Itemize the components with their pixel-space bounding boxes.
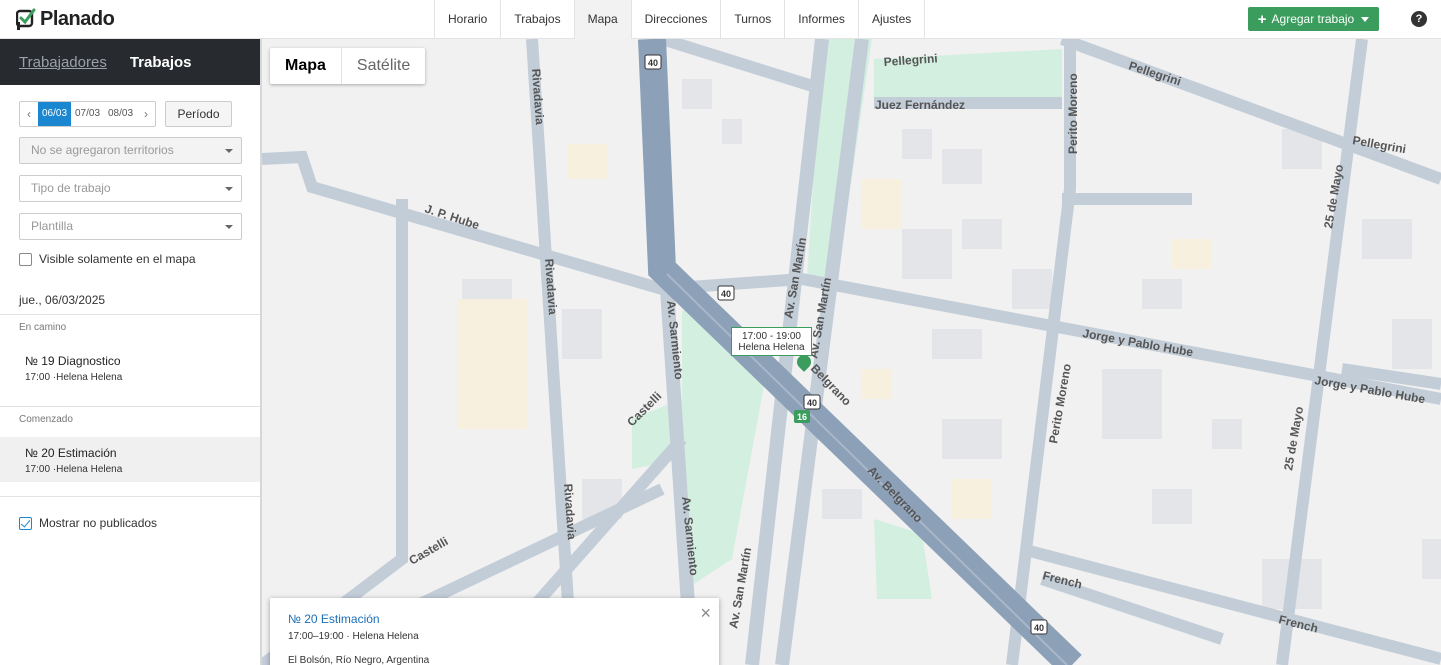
main-nav: Horario Trabajos Mapa Direcciones Turnos…	[434, 0, 926, 39]
job-marker-label[interactable]: 17:00 - 19:00 Helena Helena	[731, 327, 812, 356]
map-type-control: Mapa Satélite	[270, 48, 426, 84]
logo[interactable]: Planado	[16, 7, 115, 31]
next-date-button[interactable]: ›	[137, 102, 155, 126]
group-label-comenzado: Comenzado	[19, 414, 73, 425]
job-type-select[interactable]: Tipo de trabajo	[19, 175, 242, 202]
add-job-button[interactable]: + Agregar trabajo	[1248, 7, 1379, 31]
svg-text:40: 40	[648, 58, 658, 68]
marker-time: 17:00 - 19:00	[742, 331, 801, 342]
plus-icon: +	[1257, 10, 1267, 28]
nav-item-turnos[interactable]: Turnos	[721, 0, 786, 39]
template-placeholder: Plantilla	[31, 219, 74, 233]
street-label: Castelli	[407, 534, 451, 567]
nav-item-direcciones[interactable]: Direcciones	[632, 0, 722, 39]
date-cell[interactable]: 06/03	[38, 102, 71, 126]
job-info-window: № 20 Estimación 17:00–19:00 · Helena Hel…	[270, 598, 719, 665]
brand-name: Planado	[40, 7, 115, 30]
svg-text:40: 40	[807, 398, 817, 408]
street-label: Perito Moreno	[1066, 73, 1080, 154]
logo-icon	[16, 8, 36, 30]
chevron-down-icon	[225, 225, 233, 229]
street-label: Pellegrini	[1127, 59, 1183, 89]
visible-on-map-toggle[interactable]: Visible solamente en el mapa	[19, 252, 196, 266]
street-label: Jorge y Pablo Hube	[1081, 326, 1194, 359]
help-icon[interactable]: ?	[1411, 11, 1427, 27]
map-streets: 40 40 40 16 40 Pellegrini Pellegrini Pel…	[262, 39, 1441, 665]
job-title: № 19 Diagnostico	[25, 354, 121, 368]
job-item[interactable]: № 20 Estimación 17:00 ·Helena Helena	[0, 437, 260, 482]
map-canvas[interactable]: 40 40 40 16 40 Pellegrini Pellegrini Pel…	[262, 39, 1441, 665]
route-40-shield: 40	[803, 394, 821, 410]
street-label: Av. Belgrano	[865, 463, 926, 525]
job-type-placeholder: Tipo de trabajo	[31, 181, 111, 195]
date-nav: ‹ 06/03 07/03 08/03 ›	[19, 101, 156, 127]
show-unpublished-label: Mostrar no publicados	[39, 516, 158, 530]
chevron-down-icon	[225, 187, 233, 191]
visible-on-map-checkbox[interactable]	[19, 252, 32, 266]
date-selector: ‹ 06/03 07/03 08/03 › Período	[19, 101, 232, 127]
info-job-subtitle: 17:00–19:00 · Helena Helena	[288, 631, 419, 642]
street-label: Juez Fernández	[875, 98, 965, 112]
prev-date-button[interactable]: ‹	[20, 102, 38, 126]
divider	[0, 314, 260, 315]
job-title: № 20 Estimación	[25, 446, 117, 460]
svg-text:16: 16	[797, 412, 807, 422]
territories-select[interactable]: No se agregaron territorios	[19, 137, 242, 164]
marker-worker: Helena Helena	[738, 342, 805, 353]
nav-item-trabajos[interactable]: Trabajos	[501, 0, 575, 39]
job-item[interactable]: № 19 Diagnostico 17:00 ·Helena Helena	[0, 345, 260, 390]
caret-down-icon	[1361, 16, 1370, 22]
visible-on-map-label: Visible solamente en el mapa	[39, 252, 196, 266]
template-select[interactable]: Plantilla	[19, 213, 242, 240]
job-subtitle: 17:00 ·Helena Helena	[25, 464, 123, 475]
nav-item-horario[interactable]: Horario	[435, 0, 502, 39]
divider	[0, 406, 260, 407]
show-unpublished-toggle[interactable]: Mostrar no publicados	[19, 516, 157, 530]
sidebar-tabs: Trabajadores Trabajos	[0, 39, 260, 85]
date-cell[interactable]: 07/03	[71, 102, 104, 126]
tab-workers[interactable]: Trabajadores	[19, 54, 107, 71]
info-job-address: El Bolsón, Río Negro, Argentina	[288, 655, 430, 665]
period-button[interactable]: Período	[165, 101, 232, 127]
add-job-label: Agregar trabajo	[1271, 12, 1355, 26]
chevron-down-icon	[225, 149, 233, 153]
info-job-title[interactable]: № 20 Estimación	[288, 612, 701, 626]
nav-item-mapa[interactable]: Mapa	[574, 0, 632, 39]
top-bar: Planado Horario Trabajos Mapa Direccione…	[0, 0, 1441, 39]
close-icon[interactable]: ×	[700, 604, 711, 622]
show-unpublished-checkbox[interactable]	[19, 516, 32, 530]
date-cell[interactable]: 08/03	[104, 102, 137, 126]
current-date: jue., 06/03/2025	[19, 293, 106, 307]
tab-jobs[interactable]: Trabajos	[130, 54, 192, 71]
job-subtitle: 17:00 ·Helena Helena	[25, 372, 123, 383]
route-40-shield: 40	[644, 54, 662, 70]
nav-item-informes[interactable]: Informes	[785, 0, 859, 39]
sidebar: Trabajadores Trabajos ‹ 06/03 07/03 08/0…	[0, 39, 262, 665]
route-16-shield: 16	[794, 410, 810, 423]
territories-select-value: No se agregaron territorios	[31, 143, 174, 157]
route-40-shield: 40	[1030, 619, 1048, 635]
divider	[0, 496, 260, 497]
nav-item-ajustes[interactable]: Ajustes	[859, 0, 926, 39]
map-view-button[interactable]: Mapa	[270, 48, 342, 84]
group-label-en-camino: En camino	[19, 322, 67, 333]
svg-text:40: 40	[721, 289, 731, 299]
svg-text:40: 40	[1034, 623, 1044, 633]
satellite-view-button[interactable]: Satélite	[342, 48, 425, 84]
route-40-shield: 40	[717, 285, 735, 301]
